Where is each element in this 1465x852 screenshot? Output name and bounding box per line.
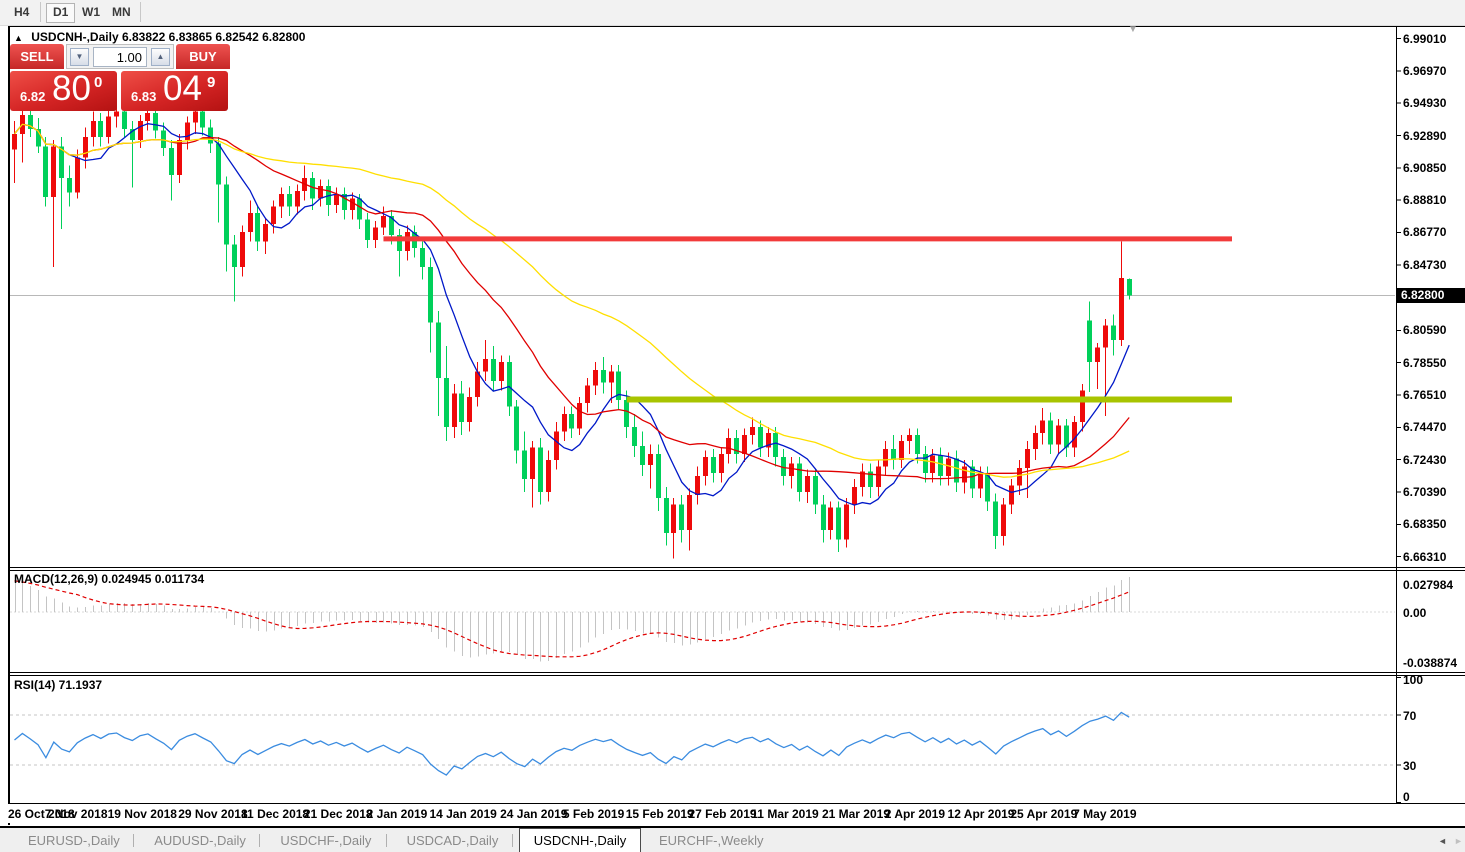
rsi-indicator-label: RSI(14) 71.1937 xyxy=(14,678,102,692)
ma-8-line xyxy=(15,124,1130,505)
chart-tab-eurchf-weekly[interactable]: EURCHF-,Weekly xyxy=(645,830,778,851)
price-axis-label: 6.74470 xyxy=(1403,420,1463,434)
collapse-triangle-icon[interactable]: ▲ xyxy=(14,33,23,43)
price-axis-divider xyxy=(1396,27,1397,803)
sell-price-pip: 0 xyxy=(94,74,102,91)
date-axis-label: 21 Mar 2019 xyxy=(822,807,890,821)
chart-tab-usdcad-daily[interactable]: USDCAD-,Daily xyxy=(393,830,513,851)
date-axis-label: 7 May 2019 xyxy=(1073,807,1136,821)
date-axis-label: 25 Apr 2019 xyxy=(1010,807,1077,821)
trading-platform-window: H4D1W1MN ▲ USDCNH-,Daily 6.83822 6.83865… xyxy=(0,0,1465,852)
macd-splitter-line2 xyxy=(8,570,1465,571)
date-axis-label: 15 Feb 2019 xyxy=(626,807,694,821)
rsi-splitter-line2 xyxy=(8,675,1465,676)
macd-axis-label: 0.00 xyxy=(1403,606,1463,620)
price-axis-label: 6.94930 xyxy=(1403,96,1463,110)
chart-tab-audusd-daily[interactable]: AUDUSD-,Daily xyxy=(140,830,260,851)
price-axis-label: 6.86770 xyxy=(1403,225,1463,239)
chart-tab-usdchf-daily[interactable]: USDCHF-,Daily xyxy=(266,830,385,851)
chart-canvas xyxy=(0,0,1465,852)
price-axis-label: 6.88810 xyxy=(1403,193,1463,207)
price-axis-label: 6.99010 xyxy=(1403,32,1463,46)
price-axis-label: 6.84730 xyxy=(1403,258,1463,272)
sell-button[interactable]: SELL xyxy=(10,44,64,69)
date-axis-label: 29 Nov 2018 xyxy=(178,807,247,821)
price-axis-label: 6.92890 xyxy=(1403,129,1463,143)
price-axis-label: 6.68350 xyxy=(1403,517,1463,531)
tab-scroll-right-icon[interactable]: ► xyxy=(1454,836,1463,846)
price-axis-label: 6.72430 xyxy=(1403,453,1463,467)
chart-tab-bar: EURUSD-,Daily AUDUSD-,Daily USDCHF-,Daily U… xyxy=(0,826,1465,852)
volume-input[interactable] xyxy=(93,47,147,67)
date-axis-label: 14 Jan 2019 xyxy=(429,807,496,821)
date-axis-label: 12 Apr 2019 xyxy=(948,807,1015,821)
date-axis-label: 24 Jan 2019 xyxy=(500,807,567,821)
date-axis-label: 2 Apr 2019 xyxy=(885,807,945,821)
date-axis-label: 21 Dec 2018 xyxy=(304,807,373,821)
sell-price-main: 80 xyxy=(52,69,91,109)
price-axis-label: 6.76510 xyxy=(1403,388,1463,402)
price-axis-label: 6.96970 xyxy=(1403,64,1463,78)
rsi-axis-label: 0 xyxy=(1403,790,1463,804)
macd-axis-label: -0.038874 xyxy=(1403,656,1463,670)
rsi-axis-label: 100 xyxy=(1403,673,1463,687)
date-axis-label: 7 Nov 2018 xyxy=(45,807,108,821)
rsi-splitter[interactable] xyxy=(8,672,1465,673)
macd-histogram xyxy=(16,577,1130,662)
volume-up-icon[interactable]: ▲ xyxy=(151,48,170,66)
date-axis[interactable]: 26 Oct 20187 Nov 201819 Nov 201829 Nov 2… xyxy=(8,804,1396,823)
buy-price-main: 04 xyxy=(163,69,202,109)
buy-price-tile[interactable]: 6.83 04 9 xyxy=(121,71,228,111)
chart-tab-usdcnh-daily[interactable]: USDCNH-,Daily xyxy=(519,828,641,852)
volume-dropdown-icon[interactable]: ▼ xyxy=(70,48,89,66)
tab-scroll-left-icon[interactable]: ◄ xyxy=(1438,836,1447,846)
date-axis-label: 5 Feb 2019 xyxy=(563,807,624,821)
macd-indicator-label: MACD(12,26,9) 0.024945 0.011734 xyxy=(14,572,204,586)
macd-signal-line xyxy=(15,581,1130,657)
tab-separator xyxy=(386,834,387,847)
sell-price-tile[interactable]: 6.82 80 0 xyxy=(10,71,117,111)
date-axis-label: 27 Feb 2019 xyxy=(689,807,757,821)
date-axis-label: 11 Dec 2018 xyxy=(241,807,309,821)
macd-axis-label: 0.027984 xyxy=(1403,578,1463,592)
price-axis-label: 6.78550 xyxy=(1403,356,1463,370)
rsi-axis-label: 70 xyxy=(1403,709,1463,723)
chart-tab-eurusd-daily[interactable]: EURUSD-,Daily xyxy=(14,830,134,851)
price-axis-label: 6.70390 xyxy=(1403,485,1463,499)
rsi-line xyxy=(15,712,1130,775)
buy-price-pip: 9 xyxy=(207,74,215,91)
rsi-axis-label: 30 xyxy=(1403,759,1463,773)
volume-control: ▼ ▲ xyxy=(66,44,174,69)
chart-title: ▲ USDCNH-,Daily 6.83822 6.83865 6.82542 … xyxy=(14,30,305,44)
date-axis-label: 2 Jan 2019 xyxy=(367,807,428,821)
current-price-tag: 6.82800 xyxy=(1397,288,1465,303)
tab-separator xyxy=(512,834,513,847)
tab-separator xyxy=(259,834,260,847)
buy-price-prefix: 6.83 xyxy=(131,89,156,104)
buy-button[interactable]: BUY xyxy=(176,44,230,69)
scroll-to-end-icon[interactable]: ▼ xyxy=(1128,24,1138,35)
price-axis-label: 6.66310 xyxy=(1403,550,1463,564)
date-axis-label: 11 Mar 2019 xyxy=(751,807,818,821)
sell-price-prefix: 6.82 xyxy=(20,89,45,104)
candlestick-layer xyxy=(12,105,1132,558)
price-axis-label: 6.80590 xyxy=(1403,323,1463,337)
price-axis-label: 6.90850 xyxy=(1403,161,1463,175)
chart-symbol-label: USDCNH-,Daily xyxy=(31,30,118,44)
trade-controls-row: SELL ▼ ▲ BUY xyxy=(10,44,230,69)
chart-ohlc-values: 6.83822 6.83865 6.82542 6.82800 xyxy=(122,30,306,44)
tab-separator xyxy=(133,834,134,847)
macd-splitter[interactable] xyxy=(8,567,1465,568)
date-axis-label: 19 Nov 2018 xyxy=(108,807,177,821)
